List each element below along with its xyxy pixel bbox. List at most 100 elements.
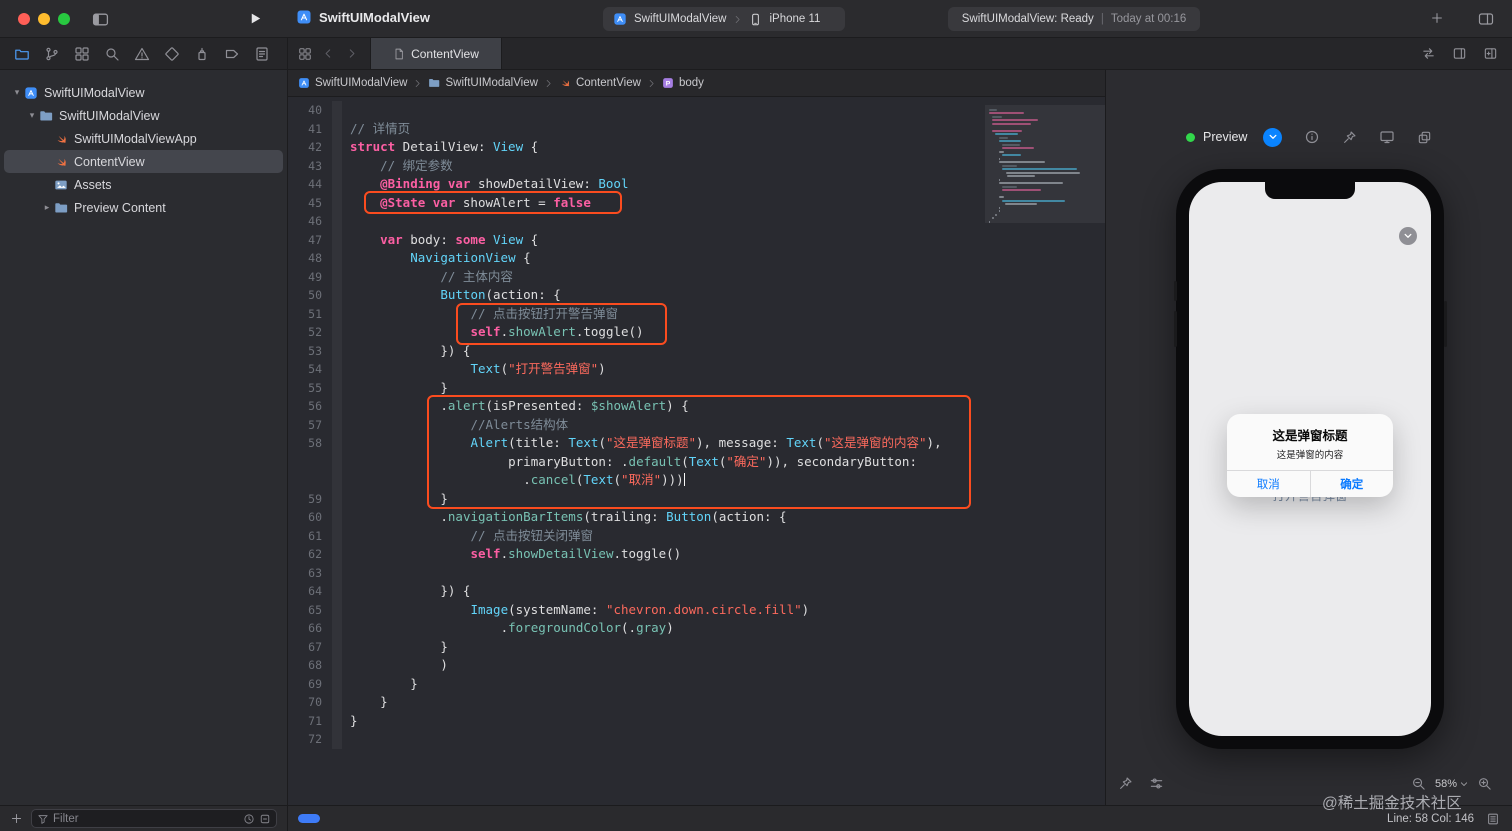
minimap[interactable] bbox=[985, 97, 1105, 805]
code-line-51[interactable]: 51// 点击按钮打开警告弹窗 bbox=[288, 304, 985, 323]
code-line-63[interactable]: 63 bbox=[288, 563, 985, 582]
library-plus-icon[interactable] bbox=[1430, 11, 1444, 25]
zoom-level[interactable]: 58% bbox=[1435, 778, 1468, 790]
tab-contentview[interactable]: ContentView bbox=[370, 38, 502, 69]
zoom-out-icon[interactable] bbox=[1411, 776, 1426, 791]
code-line-42[interactable]: 42 struct DetailView: View { bbox=[288, 138, 985, 157]
breadcrumb-item[interactable]: SwiftUIModalView bbox=[428, 77, 538, 89]
code-line-64[interactable]: 64}) { bbox=[288, 582, 985, 601]
code-line-45[interactable]: 45 @State var showAlert = false bbox=[288, 193, 985, 212]
code-line-53[interactable]: 53}) { bbox=[288, 341, 985, 360]
code-line-65[interactable]: 65 Image(systemName: "chevron.down.circle… bbox=[288, 600, 985, 619]
sidebar-toggle-icon[interactable] bbox=[92, 11, 109, 28]
code-line-71[interactable]: 71} bbox=[288, 711, 985, 730]
status-separator: | bbox=[1100, 13, 1104, 25]
tab-overview-icon[interactable] bbox=[298, 38, 312, 69]
device-label[interactable]: iPhone 11 bbox=[769, 13, 820, 25]
live-preview-button[interactable] bbox=[1263, 127, 1283, 147]
disclosure-triangle-icon[interactable]: ▸ bbox=[40, 202, 54, 213]
iphone-screen[interactable]: 打开警告弹窗 这是弹窗标题 这是弹窗的内容 取消 确定 bbox=[1189, 182, 1431, 736]
disclosure-triangle-icon[interactable]: ▾ bbox=[10, 87, 24, 98]
code-line-58[interactable]: 58 Alert(title: Text("这是弹窗标题"), message: … bbox=[288, 434, 985, 453]
add-editor-icon[interactable] bbox=[1483, 46, 1498, 61]
sidebar-item-swiftuimodalviewapp[interactable]: SwiftUIModalViewApp bbox=[4, 127, 283, 150]
code-line-41[interactable]: 41// 详情页 bbox=[288, 119, 985, 138]
sidebar-item-label: SwiftUIModalViewApp bbox=[74, 131, 197, 146]
code-line-61[interactable]: 61// 点击按钮关闭弹窗 bbox=[288, 526, 985, 545]
code-review-icon[interactable] bbox=[1421, 46, 1436, 61]
code-line-62[interactable]: 62 self.showDetailView.toggle() bbox=[288, 545, 985, 564]
code-line-57[interactable]: 57//Alerts结构体 bbox=[288, 415, 985, 434]
add-file-icon[interactable] bbox=[10, 812, 23, 825]
forward-icon[interactable] bbox=[345, 38, 358, 69]
scheme-label[interactable]: SwiftUIModalView bbox=[634, 13, 726, 25]
find-navigator-icon[interactable] bbox=[104, 46, 120, 62]
code-line-54[interactable]: 54 Text("打开警告弹窗") bbox=[288, 360, 985, 379]
code-line-46[interactable]: 46 bbox=[288, 212, 985, 231]
sidebar-item-swiftuimodalview[interactable]: ▾ SwiftUIModalView bbox=[4, 104, 283, 127]
code-line-66[interactable]: 66 .foregroundColor(.gray) bbox=[288, 619, 985, 638]
code-line-wrap[interactable]: primaryButton: .default(Text("确定")), sec… bbox=[288, 452, 985, 471]
alert-cancel-button[interactable]: 取消 bbox=[1227, 471, 1310, 497]
code-line-wrap[interactable]: .cancel(Text("取消"))) bbox=[288, 471, 985, 490]
code-line-69[interactable]: 69} bbox=[288, 674, 985, 693]
code-line-60[interactable]: 60 .navigationBarItems(trailing: Button(a… bbox=[288, 508, 985, 527]
preview-pin-icon[interactable] bbox=[1342, 130, 1357, 145]
code-line-52[interactable]: 52 self.showAlert.toggle() bbox=[288, 323, 985, 342]
debug-navigator-icon[interactable] bbox=[194, 46, 210, 62]
run-button[interactable] bbox=[248, 11, 263, 26]
scheme-selector[interactable]: SwiftUIModalView iPhone 11 bbox=[603, 7, 845, 31]
code-line-49[interactable]: 49// 主体内容 bbox=[288, 267, 985, 286]
canvas-settings-icon[interactable] bbox=[1149, 776, 1164, 791]
breadcrumb-item[interactable]: ContentView bbox=[559, 77, 641, 89]
close-window-button[interactable] bbox=[18, 13, 30, 25]
code-line-48[interactable]: 48 NavigationView { bbox=[288, 249, 985, 268]
statusbar-right: Line: 58 Col: 146 bbox=[1387, 812, 1512, 826]
code-line-55[interactable]: 55} bbox=[288, 378, 985, 397]
sidebar-item-label: Preview Content bbox=[74, 200, 166, 215]
code-lines[interactable]: 40 41// 详情页 42 struct DetailView: View {43/… bbox=[288, 97, 985, 805]
minimap-toggle-icon[interactable] bbox=[1452, 46, 1467, 61]
project-navigator-icon[interactable] bbox=[14, 46, 30, 62]
breadcrumb-item[interactable]: SwiftUIModalView bbox=[298, 77, 407, 89]
editor-layout-icon[interactable] bbox=[1478, 11, 1494, 27]
sidebar-item-assets[interactable]: Assets bbox=[4, 173, 283, 196]
source-control-filter-icon[interactable] bbox=[259, 813, 271, 825]
code-line-40[interactable]: 40 bbox=[288, 101, 985, 120]
zoom-window-button[interactable] bbox=[58, 13, 70, 25]
symbol-navigator-icon[interactable] bbox=[74, 46, 90, 62]
zoom-in-icon[interactable] bbox=[1477, 776, 1492, 791]
code-line-44[interactable]: 44 @Binding var showDetailView: Bool bbox=[288, 175, 985, 194]
source-control-navigator-icon[interactable] bbox=[44, 46, 60, 62]
duplicate-preview-icon[interactable] bbox=[1417, 130, 1432, 145]
code-line-72[interactable]: 72 bbox=[288, 730, 985, 749]
sidebar-item-contentview[interactable]: ContentView bbox=[4, 150, 283, 173]
recent-files-icon[interactable] bbox=[243, 813, 255, 825]
breadcrumb-item[interactable]: Pbody bbox=[662, 77, 704, 89]
filter-input[interactable] bbox=[53, 812, 239, 825]
code-line-50[interactable]: 50 Button(action: { bbox=[288, 286, 985, 305]
filter-field[interactable] bbox=[31, 809, 277, 828]
back-icon[interactable] bbox=[322, 38, 335, 69]
issue-navigator-icon[interactable] bbox=[134, 46, 150, 62]
code-line-67[interactable]: 67} bbox=[288, 637, 985, 656]
canvas-pin-icon[interactable] bbox=[1118, 776, 1133, 791]
minimize-window-button[interactable] bbox=[38, 13, 50, 25]
code-line-70[interactable]: 70} bbox=[288, 693, 985, 712]
sidebar-item-preview-content[interactable]: ▸ Preview Content bbox=[4, 196, 283, 219]
chevron-down-circle-icon[interactable] bbox=[1399, 227, 1417, 245]
preview-inspect-icon[interactable] bbox=[1304, 129, 1320, 145]
test-navigator-icon[interactable] bbox=[164, 46, 180, 62]
code-line-43[interactable]: 43// 绑定参数 bbox=[288, 156, 985, 175]
breakpoint-navigator-icon[interactable] bbox=[224, 46, 240, 62]
disclosure-triangle-icon[interactable]: ▾ bbox=[25, 110, 39, 121]
code-line-47[interactable]: 47 var body: some View { bbox=[288, 230, 985, 249]
code-line-56[interactable]: 56 .alert(isPresented: $showAlert) { bbox=[288, 397, 985, 416]
report-navigator-icon[interactable] bbox=[254, 46, 270, 62]
editor-options-icon[interactable] bbox=[1486, 812, 1500, 826]
sidebar-item-swiftuimodalview[interactable]: ▾ SwiftUIModalView bbox=[4, 81, 283, 104]
alert-confirm-button[interactable]: 确定 bbox=[1309, 471, 1394, 497]
code-line-59[interactable]: 59} bbox=[288, 489, 985, 508]
code-line-68[interactable]: 68) bbox=[288, 656, 985, 675]
preview-device-icon[interactable] bbox=[1379, 129, 1395, 145]
